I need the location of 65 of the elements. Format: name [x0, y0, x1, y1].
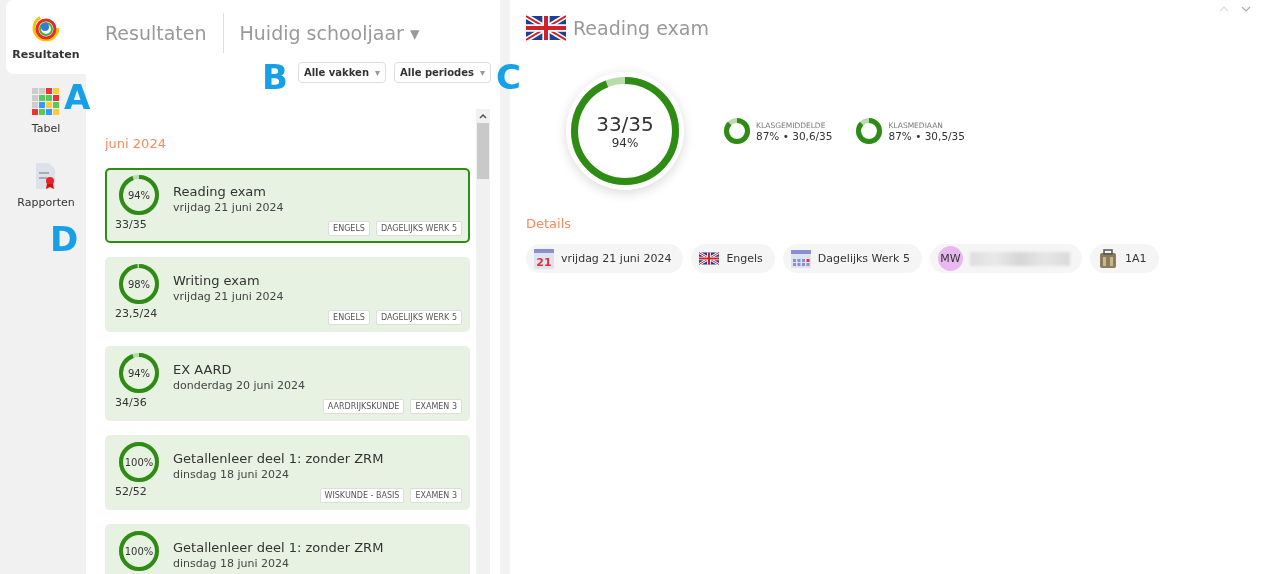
page-title: Resultaten — [105, 13, 224, 53]
percent-text: 98% — [127, 278, 151, 290]
calendar-icon: 21 — [534, 248, 554, 269]
grid-icon — [32, 87, 60, 116]
score-text: 33/35 — [596, 112, 654, 136]
calendar-icon — [790, 249, 811, 268]
result-date: vrijdag 21 juni 2024 — [173, 201, 285, 214]
scrollbar-thumb[interactable] — [477, 123, 489, 179]
stat-value: 87% • 30,6/35 — [756, 129, 833, 142]
sidebar-item[interactable]: Resultaten — [6, 0, 86, 74]
result-date: dinsdag 18 juni 2024 — [173, 557, 290, 570]
chip-label: Engels — [726, 252, 763, 265]
avatar: MW — [938, 246, 963, 271]
chip-label: vrijdag 21 juni 2024 — [561, 252, 672, 265]
tag: DAGELIJKS WERK 5 — [375, 221, 462, 236]
flag-icon — [699, 252, 720, 265]
result-title: EX AARD — [173, 362, 233, 377]
flag-icon — [526, 14, 566, 42]
percent-text: 94% — [127, 189, 151, 201]
annotation-letter: A — [64, 80, 91, 114]
chevron-up-icon[interactable] — [1219, 6, 1229, 12]
score-text: 52/52 — [115, 485, 147, 498]
filter-dropdown[interactable]: Alle periodes ▾ — [394, 62, 491, 83]
percent-text: 94% — [127, 367, 151, 379]
result-date: vrijdag 21 juni 2024 — [173, 290, 285, 303]
month-heading: juni 2024 — [105, 136, 167, 151]
result-card[interactable]: 94% 34/36 EX AARD donderdag 20 juni 2024 AARDRIJKSKUNDE EXAMEN 3 — [105, 346, 470, 421]
result-date: donderdag 20 juni 2024 — [173, 379, 306, 392]
scrollbar[interactable] — [476, 109, 490, 574]
result-title: Writing exam — [173, 273, 261, 288]
chevron-down-icon[interactable] — [1241, 6, 1251, 12]
score-text: 23,5/24 — [115, 307, 158, 320]
tag: EXAMEN 3 — [410, 399, 462, 414]
details-heading: Details — [526, 216, 573, 231]
tag: AARDRIJKSKUNDE — [322, 399, 405, 414]
sidebar-item[interactable]: Rapporten — [19, 148, 73, 222]
certificate-icon — [35, 161, 57, 190]
annotation-letter: B — [262, 60, 288, 94]
filter-dropdown[interactable]: Alle vakken ▾ — [297, 62, 387, 83]
percent-text: 100% — [124, 545, 154, 557]
backpack-icon — [1098, 248, 1118, 269]
tag: DAGELIJKS WERK 5 — [375, 310, 462, 325]
result-date: dinsdag 18 juni 2024 — [173, 468, 290, 481]
result-card[interactable]: 98% 23,5/24 Writing exam vrijdag 21 juni 2024 ENGELS DAGELIJKS WERK 5 — [105, 257, 470, 332]
result-title: Getallenleer deel 1: zonder ZRM — [173, 451, 385, 466]
tag: ENGELS — [328, 310, 370, 325]
tag: WISKUNDE - BASIS — [319, 488, 405, 503]
score-text: 33/35 — [115, 218, 147, 231]
stat-value: 87% • 30,5/35 — [888, 129, 965, 142]
tag: ENGELS — [328, 221, 370, 236]
percent-text: 94% — [611, 136, 639, 150]
result-card[interactable]: 100% 52/52 Getallenleer deel 1: zonder ZRM dinsdag 18 juni 2024 WISKUNDE - BASIS EXAMEN 3 — [105, 435, 470, 510]
chevron-up-icon — [479, 113, 487, 119]
chip-label: 1A1 — [1125, 252, 1147, 265]
percent-text: 100% — [124, 456, 154, 468]
chip-label: Dagelijks Werk 5 — [817, 252, 910, 265]
result-title: Reading exam — [173, 184, 267, 199]
annotation-letter: D — [50, 222, 79, 256]
result-title: Getallenleer deel 1: zonder ZRM — [173, 540, 385, 555]
result-card[interactable]: 100% Getallenleer deel 1: zonder ZRM dinsdag 18 juni 2024 — [105, 524, 470, 574]
result-card[interactable]: 94% 33/35 Reading exam vrijdag 21 juni 2024 ENGELS DAGELIJKS WERK 5 — [105, 168, 470, 243]
exam-title: Reading exam — [573, 17, 709, 39]
annotation-letter: C — [496, 60, 521, 94]
tag: EXAMEN 3 — [410, 488, 462, 503]
score-text: 34/36 — [115, 396, 147, 409]
